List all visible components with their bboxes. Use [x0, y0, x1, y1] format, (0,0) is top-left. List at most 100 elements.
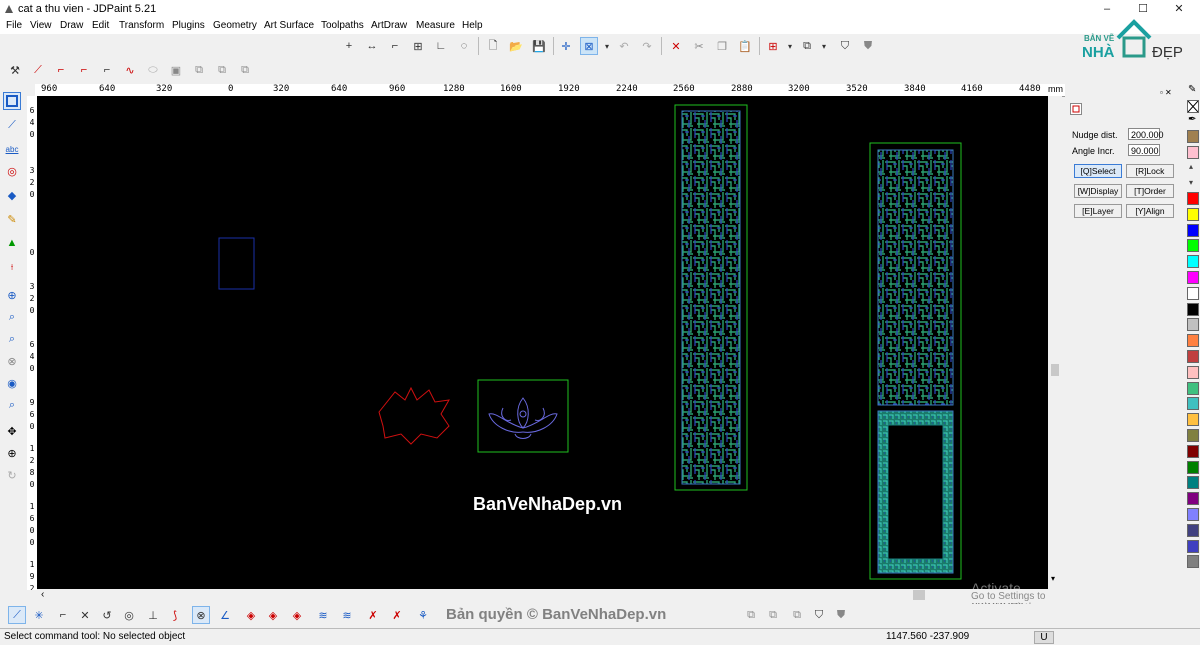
angle-icon[interactable]: ∟ [432, 37, 450, 55]
select-tool-icon[interactable] [3, 92, 21, 110]
menu-draw[interactable]: Draw [60, 20, 83, 31]
chevron-down-icon[interactable]: ▾ [598, 37, 616, 55]
color-swatch[interactable] [1187, 302, 1199, 316]
menu-measure[interactable]: Measure [416, 20, 455, 31]
select-button[interactable]: [Q]Select [1074, 164, 1122, 178]
magnify-icon[interactable]: ⊕ [3, 444, 21, 462]
copy-icon[interactable]: ❐ [713, 37, 731, 55]
snap-grid-icon[interactable]: ◈ [242, 606, 260, 624]
zoom-fit-icon[interactable]: ⌕ [3, 396, 21, 414]
paste-icon[interactable]: 📋 [736, 37, 754, 55]
line-tool-icon[interactable]: ⟋ [8, 606, 26, 624]
copy-shape-icon[interactable]: ⧉ [742, 606, 760, 624]
curve-edit-icon[interactable]: ∿ [121, 61, 139, 79]
color-swatch[interactable] [1187, 476, 1199, 490]
menu-file[interactable]: File [6, 20, 22, 31]
drawing-canvas[interactable]: BanVeNhaDep.vn Activate Windows [37, 96, 1048, 612]
grid-dropdown-icon[interactable]: ▾ [781, 37, 799, 55]
extend-icon[interactable]: ⟋ [29, 61, 47, 79]
paint-tool-icon[interactable]: ✎ [3, 210, 21, 228]
red-lotus-outline[interactable] [378, 386, 450, 445]
color-swatch[interactable] [1187, 255, 1199, 269]
palette-down-icon[interactable]: ▾ [1189, 178, 1193, 187]
color-swatch[interactable] [1187, 397, 1199, 411]
shield-solid-icon[interactable]: ⛊ [832, 606, 850, 624]
undo-icon[interactable]: ↶ [615, 37, 633, 55]
dimension-icon[interactable]: ↔ [363, 37, 381, 55]
array-icon[interactable]: ⧉ [190, 61, 208, 79]
perpendicular-icon[interactable]: ⊥ [144, 606, 162, 624]
shield-icon[interactable]: ⛉ [836, 37, 854, 55]
panel-tab-icon[interactable] [1070, 103, 1082, 115]
vertical-scroll-thumb[interactable] [1051, 364, 1059, 376]
text-tool-icon[interactable]: abc [3, 140, 21, 158]
color-swatch[interactable] [1187, 271, 1199, 284]
frame-icon[interactable]: ▣ [167, 61, 185, 79]
shape-tool-icon[interactable]: ◎ [3, 162, 21, 180]
color-swatch[interactable] [1187, 381, 1199, 395]
refresh-icon[interactable]: ↻ [3, 466, 21, 484]
zoom-window-icon[interactable]: ⊕ [3, 286, 21, 304]
horizontal-scroll-thumb[interactable] [913, 590, 925, 600]
zoom-out-icon[interactable]: ⌕ [3, 330, 21, 348]
color-swatch[interactable] [1187, 460, 1199, 474]
menu-plugins[interactable]: Plugins [172, 20, 205, 31]
menu-help[interactable]: Help [462, 20, 483, 31]
color-swatch[interactable] [1187, 350, 1199, 363]
scroll-left-icon[interactable]: ‹ [41, 589, 44, 600]
blue-rectangle[interactable] [218, 237, 255, 290]
color-swatch[interactable] [1187, 429, 1199, 442]
box-select-icon[interactable]: ⊞ [409, 37, 427, 55]
zoom-in-icon[interactable]: ⌕ [3, 308, 21, 326]
menu-edit[interactable]: Edit [92, 20, 109, 31]
color-swatch[interactable] [1187, 223, 1199, 237]
crosshair-icon[interactable]: ✛ [557, 37, 575, 55]
delete-icon[interactable]: ✕ [667, 37, 685, 55]
view-3d-icon[interactable]: ⧉ [798, 37, 816, 55]
snap-center-icon[interactable]: ◈ [288, 606, 306, 624]
point-tool-icon[interactable]: + [340, 37, 358, 55]
array-3-icon[interactable]: ⧉ [236, 61, 254, 79]
color-swatch[interactable] [1187, 365, 1199, 379]
new-file-icon[interactable]: 🗋 [484, 37, 502, 55]
measure-tool-icon[interactable]: ⟊ [3, 258, 21, 276]
pan-icon[interactable]: ⊗ [3, 352, 21, 370]
corner-icon[interactable]: ⌐ [98, 61, 116, 79]
snap-node-icon[interactable]: ◈ [264, 606, 282, 624]
ellipse-icon[interactable]: ⬭ [144, 61, 162, 79]
align-button[interactable]: [Y]Align [1126, 204, 1174, 218]
fillet-icon[interactable]: ⌐ [52, 61, 70, 79]
no-color-swatch[interactable] [1187, 100, 1199, 113]
color-swatch[interactable] [1187, 318, 1199, 332]
circle-icon[interactable]: ◎ [120, 606, 138, 624]
color-swatch[interactable] [1187, 555, 1199, 569]
color-swatch[interactable] [1187, 192, 1199, 205]
node-edit-icon[interactable]: ⟋ [3, 116, 21, 134]
view-eye-icon[interactable]: ◉ [3, 374, 21, 392]
pen-icon[interactable]: ✎ [1188, 84, 1196, 95]
cursor-x-2-icon[interactable]: ✗ [388, 606, 406, 624]
color-swatch[interactable] [1187, 207, 1199, 221]
scroll-down-icon[interactable]: ▾ [1051, 574, 1055, 583]
layer-stack-icon[interactable]: ≋ [314, 606, 332, 624]
pink-swatch[interactable] [1187, 146, 1199, 159]
fill-tool-icon[interactable]: ▲ [3, 234, 21, 252]
color-swatch[interactable] [1187, 523, 1199, 537]
menu-view[interactable]: View [30, 20, 52, 31]
trim-icon[interactable]: ⚒ [6, 61, 24, 79]
menu-transform[interactable]: Transform [119, 20, 164, 31]
menu-geometry[interactable]: Geometry [213, 20, 257, 31]
arc-icon[interactable]: ↺ [98, 606, 116, 624]
view-dropdown-icon[interactable]: ▾ [815, 37, 833, 55]
menu-toolpaths[interactable]: Toolpaths [321, 20, 364, 31]
redo-icon[interactable]: ↷ [638, 37, 656, 55]
cross-icon[interactable]: ✕ [76, 606, 94, 624]
move-icon[interactable]: ✥ [3, 422, 21, 440]
layer-stack-2-icon[interactable]: ≋ [338, 606, 356, 624]
color-swatch[interactable] [1187, 239, 1199, 253]
offset-icon[interactable]: ⌐ [386, 37, 404, 55]
angle-input[interactable]: 90.000 [1128, 144, 1160, 156]
palette-up-icon[interactable]: ▴ [1189, 162, 1193, 171]
layer-button[interactable]: [E]Layer [1074, 204, 1122, 218]
shield-filled-icon[interactable]: ⛊ [859, 37, 877, 55]
